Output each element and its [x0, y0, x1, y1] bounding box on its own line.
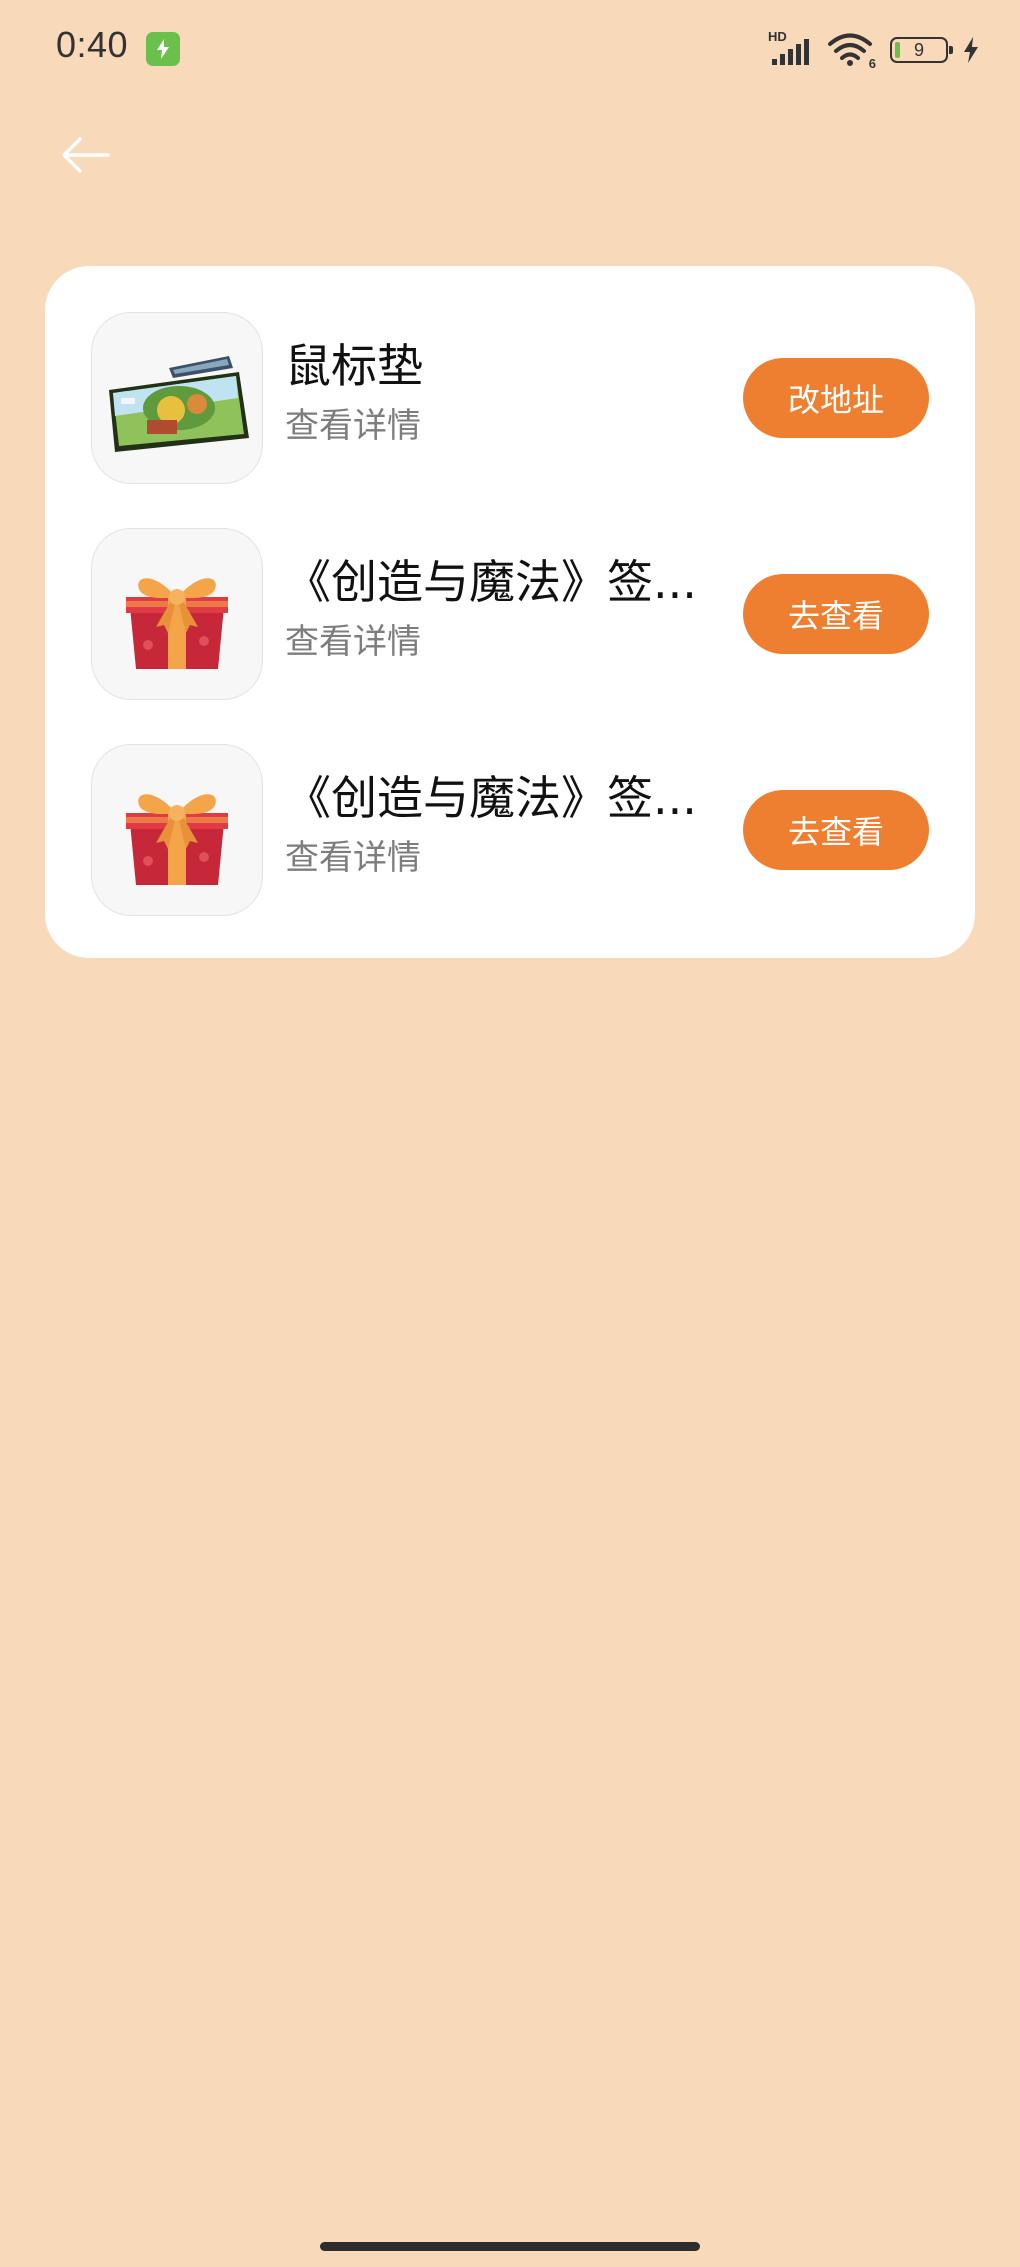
item-title: 《创造与魔法》签... — [285, 771, 697, 825]
view-details-link[interactable]: 查看详情 — [285, 620, 421, 664]
status-bar: 0:40 HD 6 9 — [0, 0, 1020, 100]
view-details-link[interactable]: 查看详情 — [285, 836, 421, 880]
status-time: 0:40 — [56, 24, 129, 65]
wifi-icon: 6 — [828, 33, 876, 71]
list-item: 鼠标垫 查看详情 改地址 — [45, 312, 975, 484]
item-title: 《创造与魔法》签... — [285, 555, 697, 609]
battery-icon: 9 — [890, 37, 953, 63]
arrow-left-icon — [62, 137, 110, 173]
view-button[interactable]: 去查看 — [743, 574, 929, 654]
status-icons: HD 6 9 — [768, 29, 980, 71]
back-button[interactable] — [60, 120, 140, 190]
list-item: 《创造与魔法》签... 查看详情 去查看 — [45, 528, 975, 700]
item-thumbnail[interactable] — [91, 312, 263, 484]
item-title: 鼠标垫 — [285, 339, 423, 393]
view-details-link[interactable]: 查看详情 — [285, 404, 421, 448]
wifi-label: 6 — [868, 56, 876, 71]
item-thumbnail[interactable] — [91, 744, 263, 916]
list-item: 《创造与魔法》签... 查看详情 去查看 — [45, 744, 975, 916]
charging-app-icon — [146, 32, 180, 66]
charging-bolt-icon — [962, 36, 980, 64]
battery-fill — [895, 42, 900, 58]
mousepad-image — [109, 356, 249, 452]
change-address-button[interactable]: 改地址 — [743, 358, 929, 438]
cell-signal-icon: HD — [768, 29, 814, 67]
home-indicator[interactable] — [320, 2242, 700, 2251]
item-thumbnail[interactable] — [91, 528, 263, 700]
prize-list-card: 鼠标垫 查看详情 改地址 《创造与魔法》签... 查看详情 去查看 《创造与魔法… — [45, 266, 975, 958]
gift-box-icon — [126, 794, 228, 885]
battery-level: 9 — [913, 39, 924, 60]
view-button[interactable]: 去查看 — [743, 790, 929, 870]
gift-box-icon — [126, 578, 228, 669]
